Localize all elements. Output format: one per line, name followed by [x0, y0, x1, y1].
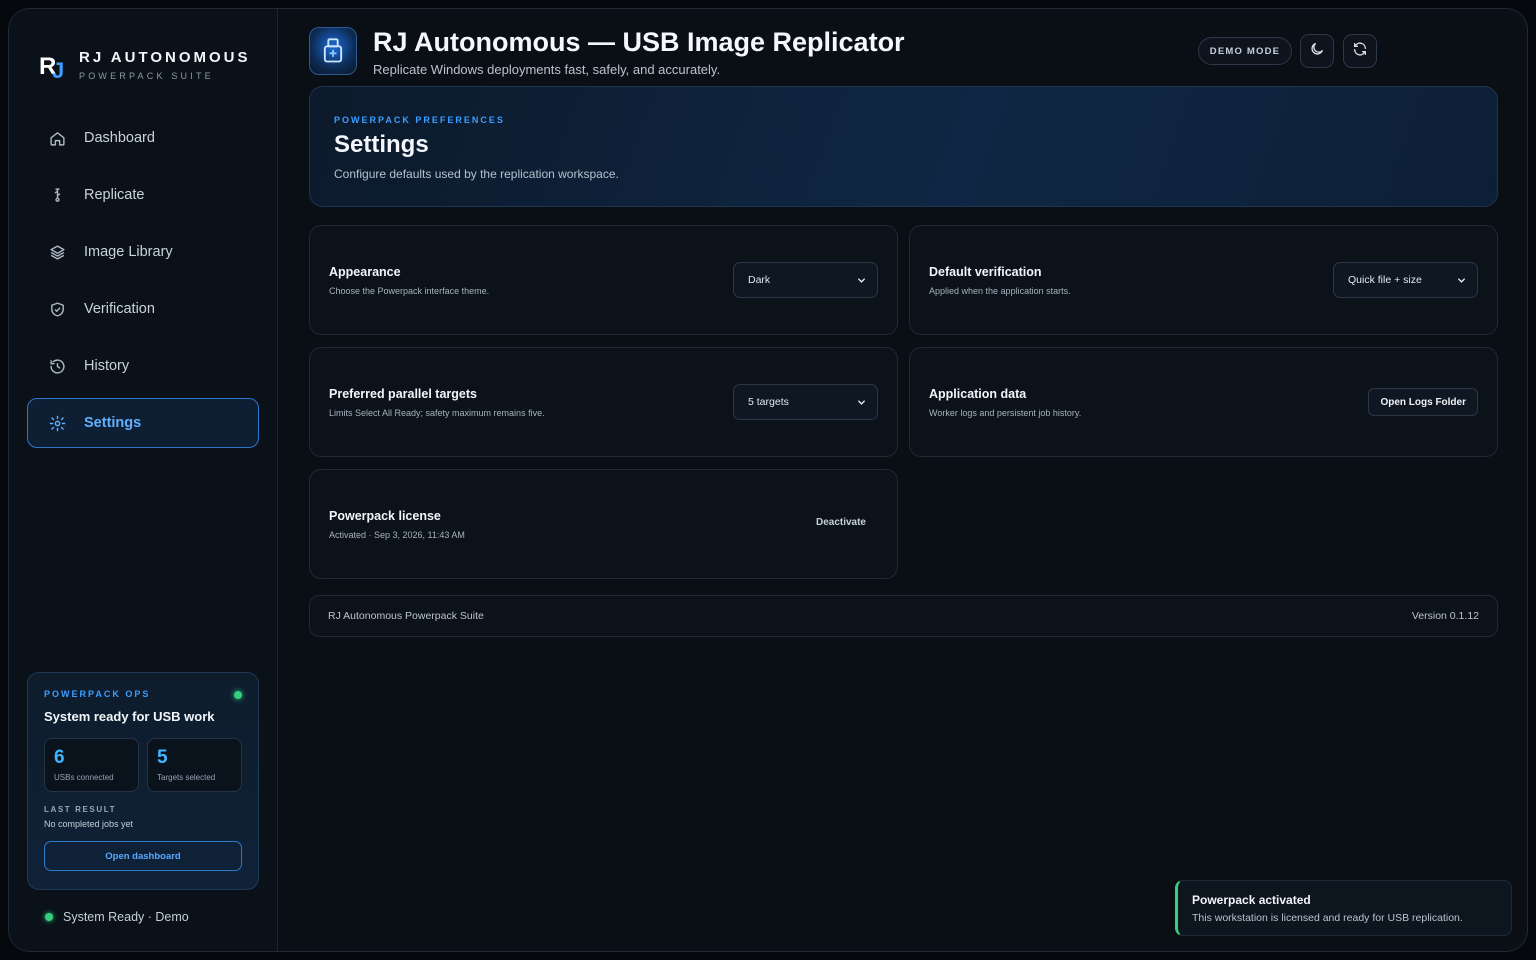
stat-value: 5: [157, 747, 168, 768]
app-usb-icon: [309, 27, 357, 75]
app-subtitle: Replicate Windows deployments fast, safe…: [373, 62, 721, 77]
sidebar-item-dashboard[interactable]: Dashboard: [27, 113, 259, 163]
card-title: Appearance: [329, 265, 401, 279]
chevron-down-icon: [856, 275, 867, 289]
ops-eyebrow: POWERPACK OPS: [44, 689, 151, 699]
parallel-targets-card: Preferred parallel targets Limits Select…: [309, 347, 898, 457]
open-logs-folder-button[interactable]: Open Logs Folder: [1368, 388, 1478, 416]
deactivate-button[interactable]: Deactivate: [816, 517, 866, 528]
card-description: Activated · Sep 3, 2026, 11:43 AM: [329, 530, 465, 540]
ops-status-dot: [234, 691, 242, 699]
sidebar-item-image-library[interactable]: Image Library: [27, 227, 259, 277]
brand[interactable]: R J RJ AUTONOMOUS POWERPACK SUITE: [39, 49, 251, 83]
last-result-label: LAST RESULT: [44, 805, 117, 814]
sidebar-item-replicate[interactable]: Replicate: [27, 170, 259, 220]
license-card: Powerpack license Activated · Sep 3, 202…: [309, 469, 898, 579]
chevron-down-icon: [1456, 275, 1467, 289]
page-subtitle: Configure defaults used by the replicati…: [334, 167, 619, 181]
card-description: Worker logs and persistent job history.: [929, 408, 1082, 418]
select-value: Dark: [748, 274, 771, 286]
stat-usbs-connected: 6 USBs connected: [44, 738, 139, 792]
status-dot: [45, 913, 53, 921]
history-icon: [48, 357, 66, 375]
demo-mode-badge: DEMO MODE: [1198, 37, 1292, 65]
refresh-button[interactable]: [1343, 34, 1377, 68]
sidebar-item-settings[interactable]: Settings: [27, 398, 259, 448]
app-window: R J RJ AUTONOMOUS POWERPACK SUITE Dashbo…: [8, 8, 1528, 952]
open-dashboard-button[interactable]: Open dashboard: [44, 841, 242, 871]
brand-logo-icon: R J: [39, 50, 69, 83]
page-title: Settings: [334, 131, 429, 158]
stat-targets-selected: 5 Targets selected: [147, 738, 242, 792]
brand-subtitle: POWERPACK SUITE: [79, 71, 214, 81]
activation-toast[interactable]: Powerpack activated This workstation is …: [1175, 880, 1512, 936]
chevron-down-icon: [856, 397, 867, 411]
hero-eyebrow: POWERPACK PREFERENCES: [334, 115, 505, 125]
parallel-targets-select[interactable]: 5 targets: [733, 384, 878, 420]
card-title: Default verification: [929, 265, 1042, 279]
sidebar-nav: Dashboard Replicate Image Library Verifi…: [27, 113, 259, 455]
stat-label: USBs connected: [54, 773, 114, 782]
ops-stats: 6 USBs connected 5 Targets selected: [44, 738, 242, 792]
sidebar-item-label: Image Library: [84, 244, 173, 260]
sidebar-item-label: Replicate: [84, 187, 145, 203]
card-title: Preferred parallel targets: [329, 387, 477, 401]
sidebar-item-history[interactable]: History: [27, 341, 259, 391]
sidebar-item-verification[interactable]: Verification: [27, 284, 259, 334]
appearance-card: Appearance Choose the Powerpack interfac…: [309, 225, 898, 335]
card-description: Limits Select All Ready; safety maximum …: [329, 408, 545, 418]
app-title: RJ Autonomous — USB Image Replicator: [373, 27, 905, 57]
usb-icon: [48, 186, 66, 204]
card-description: Choose the Powerpack interface theme.: [329, 286, 490, 296]
toast-title: Powerpack activated: [1192, 893, 1311, 907]
default-verification-card: Default verification Applied when the ap…: [909, 225, 1498, 335]
theme-select[interactable]: Dark: [733, 262, 878, 298]
gear-icon: [48, 414, 66, 432]
select-value: Quick file + size: [1348, 274, 1422, 286]
stat-value: 6: [54, 747, 65, 768]
last-result-value: No completed jobs yet: [44, 819, 134, 829]
theme-toggle-button[interactable]: [1300, 34, 1334, 68]
toast-message: This workstation is licensed and ready f…: [1192, 912, 1463, 924]
refresh-icon: [1352, 41, 1368, 62]
suite-name: RJ Autonomous Powerpack Suite: [328, 610, 484, 622]
shield-icon: [48, 300, 66, 318]
sidebar-item-label: History: [84, 358, 130, 374]
card-title: Application data: [929, 387, 1027, 401]
sidebar: R J RJ AUTONOMOUS POWERPACK SUITE Dashbo…: [9, 9, 278, 951]
select-value: 5 targets: [748, 396, 789, 408]
layers-icon: [48, 243, 66, 261]
version-label: Version 0.1.12: [1411, 610, 1479, 622]
settings-footer: RJ Autonomous Powerpack Suite Version 0.…: [309, 595, 1498, 637]
home-icon: [48, 129, 66, 147]
card-title: Powerpack license: [329, 509, 441, 523]
system-status-text: System Ready · Demo: [63, 910, 189, 924]
system-status: System Ready · Demo: [45, 910, 189, 924]
svg-text:J: J: [52, 58, 64, 80]
sidebar-item-label: Settings: [84, 415, 142, 431]
sidebar-item-label: Dashboard: [84, 130, 155, 146]
ops-title: System ready for USB work: [44, 709, 215, 724]
card-description: Applied when the application starts.: [929, 286, 1071, 296]
sidebar-item-label: Verification: [84, 301, 155, 317]
settings-hero: POWERPACK PREFERENCES Settings Configure…: [309, 86, 1498, 207]
verification-select[interactable]: Quick file + size: [1333, 262, 1478, 298]
application-data-card: Application data Worker logs and persist…: [909, 347, 1498, 457]
brand-name: RJ AUTONOMOUS: [79, 49, 251, 66]
moon-icon: [1309, 41, 1325, 62]
ops-status-card: POWERPACK OPS System ready for USB work …: [27, 672, 259, 890]
stat-label: Targets selected: [157, 773, 216, 782]
